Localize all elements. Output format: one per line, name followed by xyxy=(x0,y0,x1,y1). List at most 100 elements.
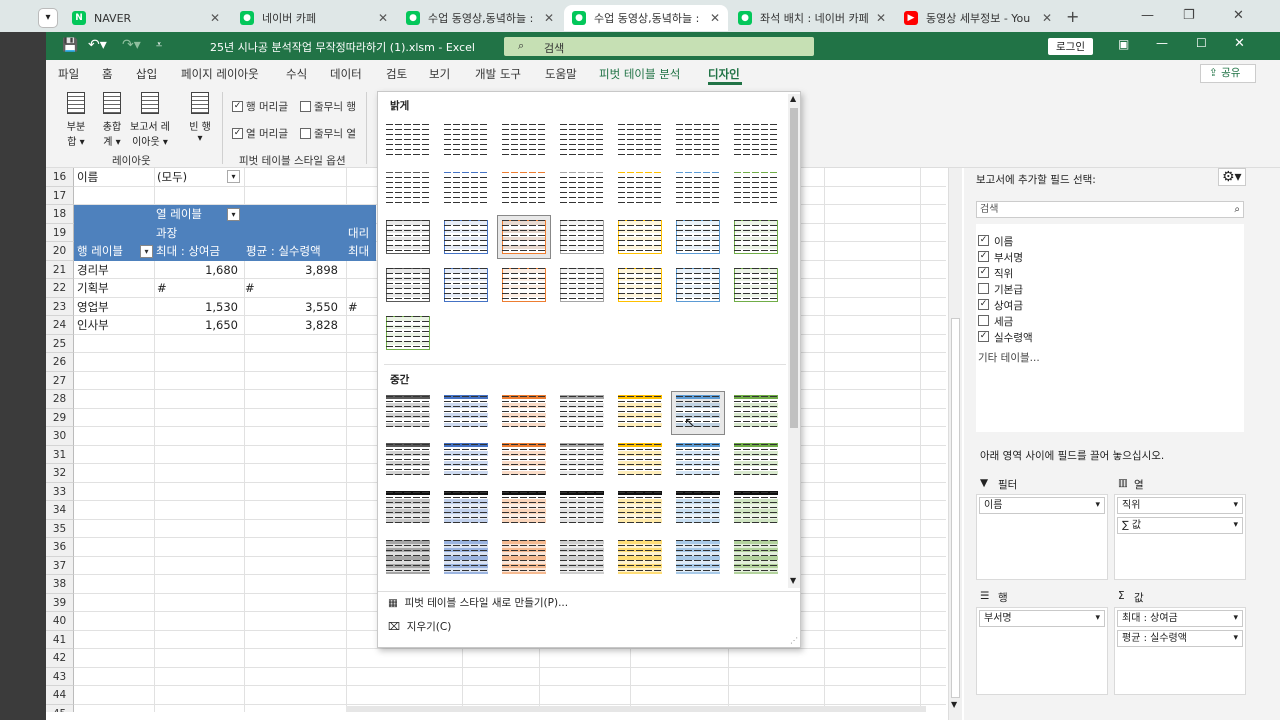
pivot-style-thumbnail[interactable] xyxy=(614,536,666,578)
zone-item-dropdown-icon[interactable]: ▾ xyxy=(1233,518,1238,533)
pivot-style-thumbnail[interactable] xyxy=(556,536,608,578)
pivot-style-thumbnail[interactable] xyxy=(672,216,724,258)
pivot-style-thumbnail[interactable] xyxy=(614,264,666,306)
row-header[interactable]: 26 xyxy=(46,353,74,372)
row-header[interactable]: 32 xyxy=(46,464,74,483)
row-header[interactable]: 42 xyxy=(46,649,74,668)
zone-item-dropdown-icon[interactable]: ▾ xyxy=(1233,611,1238,626)
pivot-style-thumbnail[interactable] xyxy=(498,120,550,162)
pivot-style-thumbnail[interactable] xyxy=(498,488,550,530)
pivot-style-thumbnail[interactable] xyxy=(440,168,492,210)
gallery-scrollbar[interactable]: ▲ ▼ xyxy=(788,94,800,588)
field-checkbox[interactable]: ✓ xyxy=(978,299,989,310)
pivot-style-thumbnail[interactable] xyxy=(730,440,782,482)
pivot-style-thumbnail[interactable] xyxy=(382,216,434,258)
pivot-style-thumbnail[interactable] xyxy=(498,168,550,210)
row-header[interactable]: 16 xyxy=(46,168,74,187)
pivot-style-thumbnail[interactable] xyxy=(614,216,666,258)
zone-item-dropdown-icon[interactable]: ▾ xyxy=(1233,498,1238,513)
pivot-style-thumbnail[interactable] xyxy=(556,488,608,530)
ribbon-display-icon[interactable]: ▣ xyxy=(1118,37,1129,51)
pane-scroll-down-icon[interactable]: ▼ xyxy=(951,700,957,709)
option-checkbox[interactable]: ✓ xyxy=(232,128,243,139)
redo-icon[interactable]: ↷▾ xyxy=(122,37,141,53)
browser-tab[interactable]: ● 수업 동영상,동녘하늘 : ✕ xyxy=(398,5,562,31)
field-checkbox[interactable] xyxy=(978,283,989,294)
row-header[interactable]: 33 xyxy=(46,482,74,501)
pivot-style-thumbnail[interactable] xyxy=(382,120,434,162)
row-header[interactable]: 40 xyxy=(46,612,74,631)
pivot-style-thumbnail[interactable] xyxy=(614,392,666,434)
undo-icon[interactable]: ↶▾ xyxy=(88,37,107,53)
row-header[interactable]: 31 xyxy=(46,445,74,464)
row-header[interactable]: 43 xyxy=(46,667,74,686)
row-header[interactable]: 34 xyxy=(46,501,74,520)
row-header[interactable]: 23 xyxy=(46,297,74,316)
minimize-icon[interactable]: — xyxy=(1141,8,1154,23)
sheet-hscroll[interactable] xyxy=(346,706,926,712)
tab-close-icon[interactable]: ✕ xyxy=(710,11,720,25)
pivot-style-thumbnail[interactable] xyxy=(614,168,666,210)
row-header[interactable]: 41 xyxy=(46,630,74,649)
resize-grip-icon[interactable]: ⋰ xyxy=(790,636,798,645)
share-button[interactable]: ⇪ 공유 xyxy=(1200,64,1256,83)
pivot-style-thumbnail[interactable] xyxy=(556,120,608,162)
pivot-style-thumbnail[interactable] xyxy=(730,168,782,210)
ribbon-tab[interactable]: 삽입 xyxy=(136,66,157,82)
option-checkbox[interactable] xyxy=(300,101,311,112)
ribbon-tab[interactable]: 수식 xyxy=(286,66,307,82)
row-header[interactable]: 20 xyxy=(46,242,74,261)
pivot-style-thumbnail[interactable] xyxy=(672,488,724,530)
pivot-style-thumbnail[interactable] xyxy=(614,120,666,162)
tab-close-icon[interactable]: ✕ xyxy=(544,11,554,25)
customize-icon[interactable]: ⩡ xyxy=(156,38,162,52)
pivot-style-thumbnail[interactable] xyxy=(382,392,434,434)
zone-item-dropdown-icon[interactable]: ▾ xyxy=(1095,611,1100,626)
zone-item-dropdown-icon[interactable]: ▾ xyxy=(1233,631,1238,646)
pivot-style-thumbnail[interactable] xyxy=(498,264,550,306)
option-checkbox[interactable] xyxy=(300,128,311,139)
pivot-style-thumbnail[interactable] xyxy=(382,536,434,578)
restore-icon[interactable]: ❐ xyxy=(1183,8,1195,23)
row-header[interactable]: 36 xyxy=(46,538,74,557)
login-button[interactable]: 로그인 xyxy=(1048,38,1093,55)
row-header[interactable]: 45 xyxy=(46,704,74,712)
excel-restore-icon[interactable]: ☐ xyxy=(1196,36,1207,50)
tab-close-icon[interactable]: ✕ xyxy=(378,11,388,25)
row-header[interactable]: 30 xyxy=(46,427,74,446)
zone-field-item[interactable]: ∑ 값 ▾ xyxy=(1117,517,1243,534)
row-header[interactable]: 25 xyxy=(46,334,74,353)
layout-button[interactable]: 빈 행 ▾ xyxy=(180,92,220,150)
pivot-style-thumbnail[interactable] xyxy=(672,264,724,306)
pivot-style-thumbnail[interactable] xyxy=(730,264,782,306)
pivot-style-thumbnail[interactable] xyxy=(382,488,434,530)
row-header[interactable]: 35 xyxy=(46,519,74,538)
layout-button[interactable]: 총합 계 ▾ xyxy=(92,92,132,150)
row-filter-dropdown-icon[interactable]: ▾ xyxy=(140,245,153,258)
pivot-style-thumbnail[interactable] xyxy=(556,392,608,434)
row-header[interactable]: 18 xyxy=(46,205,74,224)
field-checkbox[interactable]: ✓ xyxy=(978,331,989,342)
pivot-style-thumbnail[interactable] xyxy=(440,120,492,162)
ribbon-tab[interactable]: 피벗 테이블 분석 xyxy=(599,66,680,82)
zone-field-item[interactable]: 이름 ▾ xyxy=(979,497,1105,514)
row-header[interactable]: 39 xyxy=(46,593,74,612)
pivot-style-thumbnail[interactable] xyxy=(671,391,725,435)
zone-field-item[interactable]: 평균 : 실수령액 ▾ xyxy=(1117,630,1243,647)
close-icon[interactable]: ✕ xyxy=(1233,8,1244,23)
tab-search-icon[interactable]: ▾ xyxy=(38,8,58,28)
row-header[interactable]: 44 xyxy=(46,686,74,705)
save-icon[interactable]: 💾 xyxy=(62,38,78,53)
excel-close-icon[interactable]: ✕ xyxy=(1234,36,1245,51)
pane-scroll-thumb[interactable] xyxy=(951,318,960,698)
row-header[interactable]: 38 xyxy=(46,575,74,594)
pivot-style-thumbnail[interactable] xyxy=(730,488,782,530)
row-header[interactable]: 27 xyxy=(46,371,74,390)
pivot-style-thumbnail[interactable] xyxy=(614,488,666,530)
search-box[interactable]: ⌕ 검색 xyxy=(504,37,814,56)
new-tab-button[interactable]: + xyxy=(1066,7,1079,26)
pivot-style-thumbnail[interactable] xyxy=(672,168,724,210)
browser-tab[interactable]: ● 수업 동영상,동녘하늘 : ✕ xyxy=(564,5,728,31)
pivot-style-thumbnail[interactable] xyxy=(556,216,608,258)
pivot-style-thumbnail[interactable] xyxy=(556,264,608,306)
